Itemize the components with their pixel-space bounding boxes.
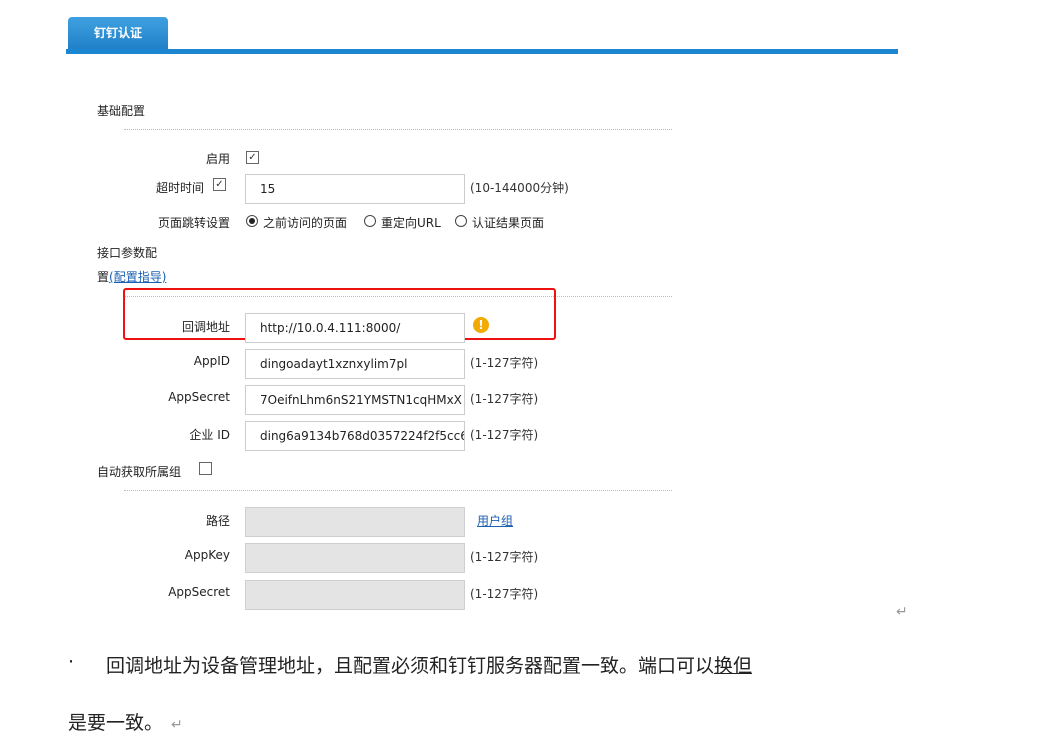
return-mark-icon: ↵ (171, 717, 183, 733)
callback-label: 回调地址 (181, 320, 230, 334)
note-line2-text: 是要一致。 (68, 712, 164, 734)
radio-redirect-url-label: 重定向URL (381, 216, 441, 230)
auto-group-checkbox[interactable] (199, 462, 212, 475)
radio-previous-page[interactable] (246, 215, 258, 227)
radio-previous-page-label: 之前访问的页面 (263, 216, 348, 230)
auto-group-label: 自动获取所属组 (97, 465, 182, 479)
group-appsecret-hint: (1-127字符) (470, 587, 539, 601)
appid-label: AppID (193, 354, 230, 368)
appsecret-input[interactable]: 7OeifnLhm6nS21YMSTN1cqHMxX (245, 385, 465, 415)
warning-icon: ! (473, 317, 489, 333)
enable-checkbox[interactable]: ✓ (246, 151, 259, 164)
path-input (245, 507, 465, 537)
corpid-hint: (1-127字符) (470, 428, 539, 442)
note-paragraph: 回调地址为设备管理地址，且配置必须和钉钉服务器配置一致。端口可以换但 (106, 651, 752, 678)
redirect-label: 页面跳转设置 (157, 216, 230, 230)
appid-input[interactable]: dingoadayt1xznxylim7pl (245, 349, 465, 379)
tab-dingtalk-auth[interactable]: 钉钉认证 (68, 17, 168, 51)
note-line2: 是要一致。 ↵ (68, 708, 183, 735)
note-text: 回调地址为设备管理地址，且配置必须和钉钉服务器配置一致。端口可以 (106, 655, 715, 677)
group-appsecret-input (245, 580, 465, 610)
section-interface-title-2: 置(配置指导) (97, 268, 166, 285)
return-mark-icon: ↵ (896, 604, 908, 620)
appsecret-hint: (1-127字符) (470, 392, 539, 406)
section-basic-title: 基础配置 (97, 104, 146, 118)
section-interface-title-tail: 置 (97, 270, 110, 284)
timeout-input[interactable]: 15 (245, 174, 465, 204)
appkey-hint: (1-127字符) (470, 550, 539, 564)
radio-redirect-url[interactable] (364, 215, 376, 227)
tab-underline (66, 49, 898, 54)
corpid-input[interactable]: ding6a9134b768d0357224f2f5cc6a (245, 421, 465, 451)
appsecret-label: AppSecret (168, 390, 230, 404)
radio-auth-result-page[interactable] (455, 215, 467, 227)
timeout-label: 超时时间 (155, 181, 204, 195)
timeout-checkbox[interactable]: ✓ (213, 178, 226, 191)
appkey-input (245, 543, 465, 573)
user-group-link[interactable]: 用户组 (477, 512, 513, 529)
note-bullet: · (68, 651, 75, 673)
group-appsecret-label: AppSecret (168, 585, 230, 599)
config-guide-link[interactable]: (配置指导) (109, 270, 166, 284)
callback-input[interactable]: http://10.0.4.111:8000/ (245, 313, 465, 343)
section-interface-title: 接口参数配 (97, 246, 158, 260)
corpid-label: 企业 ID (189, 428, 230, 442)
radio-auth-result-page-label: 认证结果页面 (472, 216, 545, 230)
divider (124, 129, 672, 130)
note-underlined: 换但 (714, 655, 753, 677)
path-label: 路径 (205, 514, 230, 528)
divider (124, 490, 672, 491)
enable-label: 启用 (205, 152, 230, 166)
appid-hint: (1-127字符) (470, 356, 539, 370)
timeout-hint: (10-144000分钟) (470, 181, 569, 195)
appkey-label: AppKey (184, 548, 230, 562)
